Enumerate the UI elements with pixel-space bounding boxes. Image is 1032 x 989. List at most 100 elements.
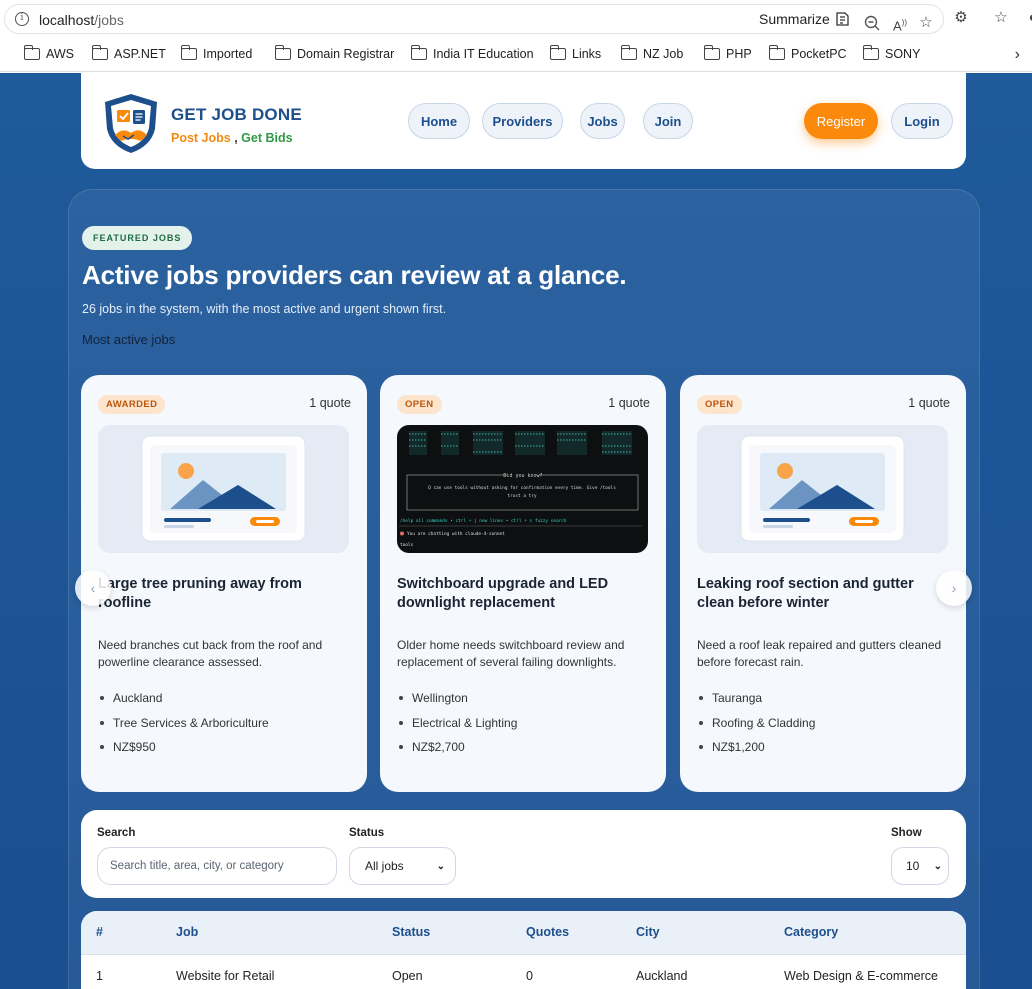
folder-icon (620, 45, 637, 60)
table-header: # Job Status Quotes City Category (81, 911, 966, 955)
terminal-hints: /help all commands • ctrl + j new lines … (400, 518, 567, 524)
brand-tagline: Post Jobs , Get Bids (171, 131, 293, 145)
bookmark-label: NZ Job (643, 47, 684, 61)
favorites-icon[interactable]: ☆ (992, 9, 1010, 27)
column-header[interactable]: Category (784, 925, 838, 939)
table-cell: Web Design & E-commerce (784, 969, 938, 983)
bookmark-folder[interactable]: Imported (180, 45, 252, 61)
job-title[interactable]: Leaking roof section and gutter clean be… (697, 575, 949, 613)
status-badge: OPEN (397, 395, 442, 414)
bookmark-folder[interactable]: PocketPC (768, 45, 847, 61)
nav-jobs[interactable]: Jobs (580, 103, 625, 139)
column-header[interactable]: # (96, 925, 103, 939)
filter-panel: Search Status All jobs ⌄ Show 10 ⌄ (81, 810, 966, 898)
folder-icon (23, 45, 40, 60)
chevron-right-icon: › (951, 580, 957, 596)
job-card[interactable]: OPEN 1 quote Leaking roof section and gu… (680, 375, 966, 792)
tagline-get-bids: Get Bids (241, 131, 293, 145)
url-host: localhost (39, 12, 95, 28)
chevron-right-icon[interactable]: › (1015, 46, 1020, 64)
featured-badge: FEATURED JOBS (82, 226, 193, 250)
page-size-select[interactable]: 10 ⌄ (891, 847, 949, 885)
job-title[interactable]: Large tree pruning away from roofline (98, 575, 350, 613)
image-placeholder-icon (141, 435, 306, 542)
chevron-left-icon: ‹ (90, 580, 96, 596)
page-size-value: 10 (906, 859, 920, 873)
carousel-next-button[interactable]: › (936, 570, 972, 606)
status-label: Status (349, 827, 385, 839)
table-cell: 0 (526, 969, 533, 983)
table-cell: 1 (96, 969, 103, 983)
site-header: GET JOB DONE Post Jobs , Get Bids Home P… (81, 73, 966, 169)
job-category: Roofing & Cladding (697, 716, 815, 741)
show-label: Show (891, 827, 922, 839)
job-budget: NZ$950 (98, 740, 269, 765)
extensions-icon[interactable]: ⚙ (952, 9, 970, 27)
summarize-button[interactable]: Summarize (759, 11, 851, 27)
search-label: Search (97, 827, 136, 839)
most-active-label: Most active jobs (82, 332, 176, 347)
chevron-down-icon: ⌄ (436, 860, 445, 872)
quote-count: 1 quote (608, 396, 650, 410)
url-text[interactable]: localhost/jobs (39, 12, 124, 28)
zoom-icon[interactable] (863, 14, 881, 32)
column-header[interactable]: Quotes (526, 925, 569, 939)
bookmark-folder[interactable]: PHP (703, 45, 752, 61)
job-meta-list: Tauranga Roofing & Cladding NZ$1,200 (697, 691, 815, 765)
info-icon[interactable]: i (15, 12, 29, 26)
login-button[interactable]: Login (891, 103, 953, 139)
terminal-chat-line: You are chatting with claude-4-sonnet (407, 531, 505, 537)
quote-count: 1 quote (908, 396, 950, 410)
nav-join[interactable]: Join (643, 103, 693, 139)
tagline-post-jobs: Post Jobs (171, 131, 231, 145)
carousel-prev-button[interactable]: ‹ (75, 570, 111, 606)
bookmark-folder[interactable]: NZ Job (620, 45, 684, 61)
address-bar[interactable]: i localhost/jobs Summarize A)) ☆ (4, 4, 944, 34)
tagline-separator: , (230, 131, 242, 145)
brand-name[interactable]: GET JOB DONE (171, 105, 302, 125)
register-button[interactable]: Register (804, 103, 878, 139)
job-category: Electrical & Lighting (397, 716, 517, 741)
browser-toolbar: i localhost/jobs Summarize A)) ☆ ⚙ ☆ ● (0, 0, 1032, 38)
terminal-notice-line: Q can use tools without asking for confi… (428, 485, 616, 491)
bookmark-folder[interactable]: Links (549, 45, 601, 61)
job-image-terminal: Did you know? Q can use tools without as… (397, 425, 648, 553)
bookmark-folder[interactable]: ASP.NET (91, 45, 166, 61)
bookmark-folder[interactable]: Domain Registrar (274, 45, 394, 61)
column-header[interactable]: Job (176, 925, 198, 939)
job-card[interactable]: AWARDED 1 quote Large tree pruning away … (81, 375, 367, 792)
terminal-screenshot-image: Did you know? Q can use tools without as… (399, 431, 642, 548)
status-select[interactable]: All jobs ⌄ (349, 847, 456, 885)
search-input[interactable] (97, 847, 337, 885)
bookmark-folder[interactable]: India IT Education (410, 45, 534, 61)
folder-icon (410, 45, 427, 60)
status-select-value: All jobs (365, 859, 404, 873)
folder-icon (862, 45, 879, 60)
job-meta-list: Wellington Electrical & Lighting NZ$2,70… (397, 691, 517, 765)
jobs-table: # Job Status Quotes City Category 1 Webs… (81, 911, 966, 989)
folder-icon (549, 45, 566, 60)
job-title[interactable]: Switchboard upgrade and LED downlight re… (397, 575, 649, 613)
bookmark-folder[interactable]: AWS (23, 45, 74, 61)
section-subhead: 26 jobs in the system, with the most act… (82, 302, 447, 316)
nav-home[interactable]: Home (408, 103, 470, 139)
column-header[interactable]: City (636, 925, 660, 939)
logo-shield-icon[interactable] (101, 91, 161, 155)
column-header[interactable]: Status (392, 925, 430, 939)
terminal-notice-line: trust a try (507, 493, 536, 499)
job-card[interactable]: OPEN 1 quote Did you know? Q can use too… (380, 375, 666, 792)
nav-providers[interactable]: Providers (482, 103, 563, 139)
job-city: Wellington (397, 691, 517, 716)
terminal-prompt: tools (400, 542, 414, 548)
table-cell[interactable]: Website for Retail (176, 969, 274, 983)
bookmark-folder[interactable]: SONY (862, 45, 920, 61)
bookmark-label: ASP.NET (114, 47, 166, 61)
status-badge: OPEN (697, 395, 742, 414)
status-badge: AWARDED (98, 395, 166, 414)
job-image-placeholder (697, 425, 948, 553)
profile-icon[interactable]: ● (1024, 9, 1032, 27)
favorite-star-icon[interactable]: ☆ (917, 14, 935, 32)
chevron-down-icon: ⌄ (933, 860, 942, 872)
read-aloud-icon[interactable]: A)) (891, 14, 909, 33)
bookmark-label: PocketPC (791, 47, 847, 61)
